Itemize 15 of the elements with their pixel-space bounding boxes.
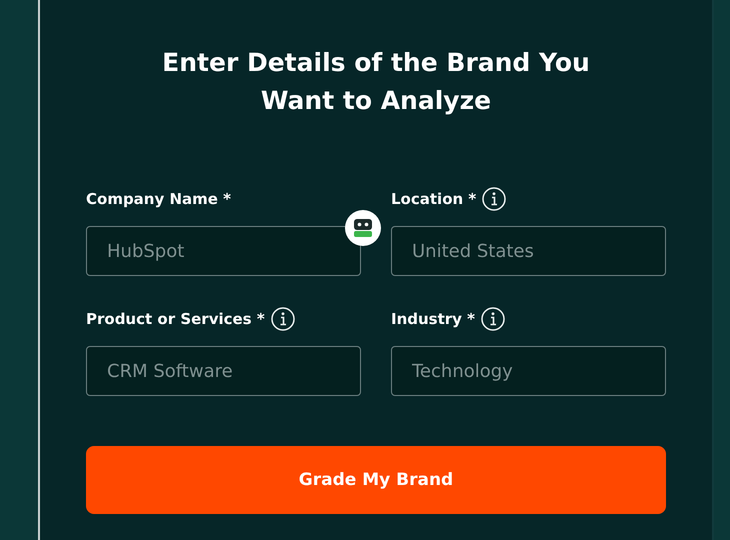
- input-field[interactable]: CRM Software: [86, 346, 361, 396]
- input-field[interactable]: HubSpot: [86, 226, 361, 276]
- form-heading: Want to Analyze: [260, 85, 492, 117]
- field-label: Industry *: [391, 310, 476, 328]
- field-label: Product or Services *: [86, 310, 265, 328]
- robot-icon[interactable]: [343, 208, 383, 248]
- input-field[interactable]: Technology: [391, 346, 666, 396]
- info-icon[interactable]: [270, 307, 295, 331]
- info-icon[interactable]: [481, 307, 506, 331]
- field-label: Location *: [391, 190, 476, 208]
- grade-brand-button[interactable]: Grade My Brand: [86, 446, 666, 514]
- info-icon[interactable]: [482, 187, 506, 211]
- input-field[interactable]: United States: [391, 226, 666, 276]
- form-heading: Enter Details of the Brand You: [162, 47, 590, 79]
- field-label: Company Name *: [86, 190, 232, 208]
